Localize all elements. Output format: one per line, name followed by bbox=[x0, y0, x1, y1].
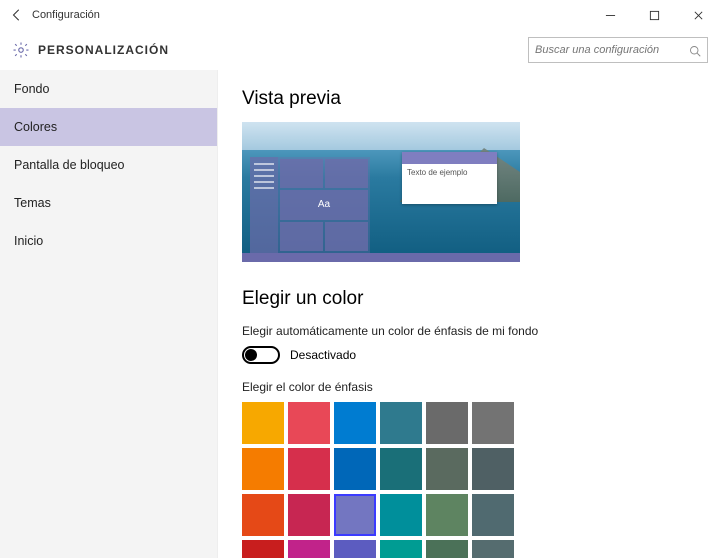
color-swatch[interactable] bbox=[242, 448, 284, 490]
color-swatch[interactable] bbox=[472, 494, 514, 536]
color-swatch[interactable] bbox=[288, 402, 330, 444]
search-input[interactable] bbox=[535, 44, 689, 56]
back-button[interactable] bbox=[10, 8, 24, 22]
maximize-button[interactable] bbox=[632, 0, 676, 30]
color-swatch[interactable] bbox=[334, 448, 376, 490]
color-swatch[interactable] bbox=[380, 494, 422, 536]
color-swatch[interactable] bbox=[472, 540, 514, 558]
color-swatch[interactable] bbox=[472, 402, 514, 444]
search-box[interactable] bbox=[528, 37, 708, 63]
preview-window-text: Texto de ejemplo bbox=[402, 164, 497, 181]
search-icon bbox=[689, 44, 701, 56]
sidebar-item-colores[interactable]: Colores bbox=[0, 108, 217, 146]
auto-color-toggle[interactable] bbox=[242, 346, 280, 364]
color-swatch[interactable] bbox=[288, 540, 330, 558]
color-swatch-grid bbox=[242, 402, 696, 558]
color-swatch[interactable] bbox=[288, 494, 330, 536]
title-bar: Configuración bbox=[0, 0, 720, 30]
color-swatch[interactable] bbox=[242, 494, 284, 536]
color-swatch[interactable] bbox=[380, 402, 422, 444]
color-swatch[interactable] bbox=[334, 494, 376, 536]
header-bar: PERSONALIZACIÓN bbox=[0, 30, 720, 70]
sidebar-item-inicio[interactable]: Inicio bbox=[0, 222, 217, 260]
sidebar-item-temas[interactable]: Temas bbox=[0, 184, 217, 222]
color-swatch[interactable] bbox=[426, 448, 468, 490]
sidebar-item-fondo[interactable]: Fondo bbox=[0, 70, 217, 108]
close-button[interactable] bbox=[676, 0, 720, 30]
color-swatch[interactable] bbox=[334, 402, 376, 444]
gear-icon bbox=[12, 41, 30, 59]
main-content: Vista previa Aa Texto de ejemplo Elegir bbox=[218, 70, 720, 558]
color-swatch[interactable] bbox=[334, 540, 376, 558]
header-title: PERSONALIZACIÓN bbox=[38, 43, 169, 57]
minimize-button[interactable] bbox=[588, 0, 632, 30]
color-swatch[interactable] bbox=[242, 540, 284, 558]
color-swatch[interactable] bbox=[288, 448, 330, 490]
color-swatch[interactable] bbox=[472, 448, 514, 490]
color-swatch[interactable] bbox=[242, 402, 284, 444]
swatch-label: Elegir el color de énfasis bbox=[242, 380, 696, 394]
preview-tile-text: Aa bbox=[280, 190, 368, 219]
color-swatch[interactable] bbox=[380, 448, 422, 490]
preview-window: Texto de ejemplo bbox=[402, 152, 497, 204]
auto-color-label: Elegir automáticamente un color de énfas… bbox=[242, 324, 696, 338]
color-heading: Elegir un color bbox=[242, 288, 696, 310]
desktop-preview: Aa Texto de ejemplo bbox=[242, 122, 520, 262]
toggle-state-label: Desactivado bbox=[290, 348, 356, 362]
preview-heading: Vista previa bbox=[242, 88, 696, 110]
sidebar-item-pantalla-de-bloqueo[interactable]: Pantalla de bloqueo bbox=[0, 146, 217, 184]
color-swatch[interactable] bbox=[426, 494, 468, 536]
color-swatch[interactable] bbox=[380, 540, 422, 558]
color-swatch[interactable] bbox=[426, 402, 468, 444]
window-title: Configuración bbox=[32, 9, 100, 21]
sidebar: FondoColoresPantalla de bloqueoTemasInic… bbox=[0, 70, 218, 558]
color-swatch[interactable] bbox=[426, 540, 468, 558]
